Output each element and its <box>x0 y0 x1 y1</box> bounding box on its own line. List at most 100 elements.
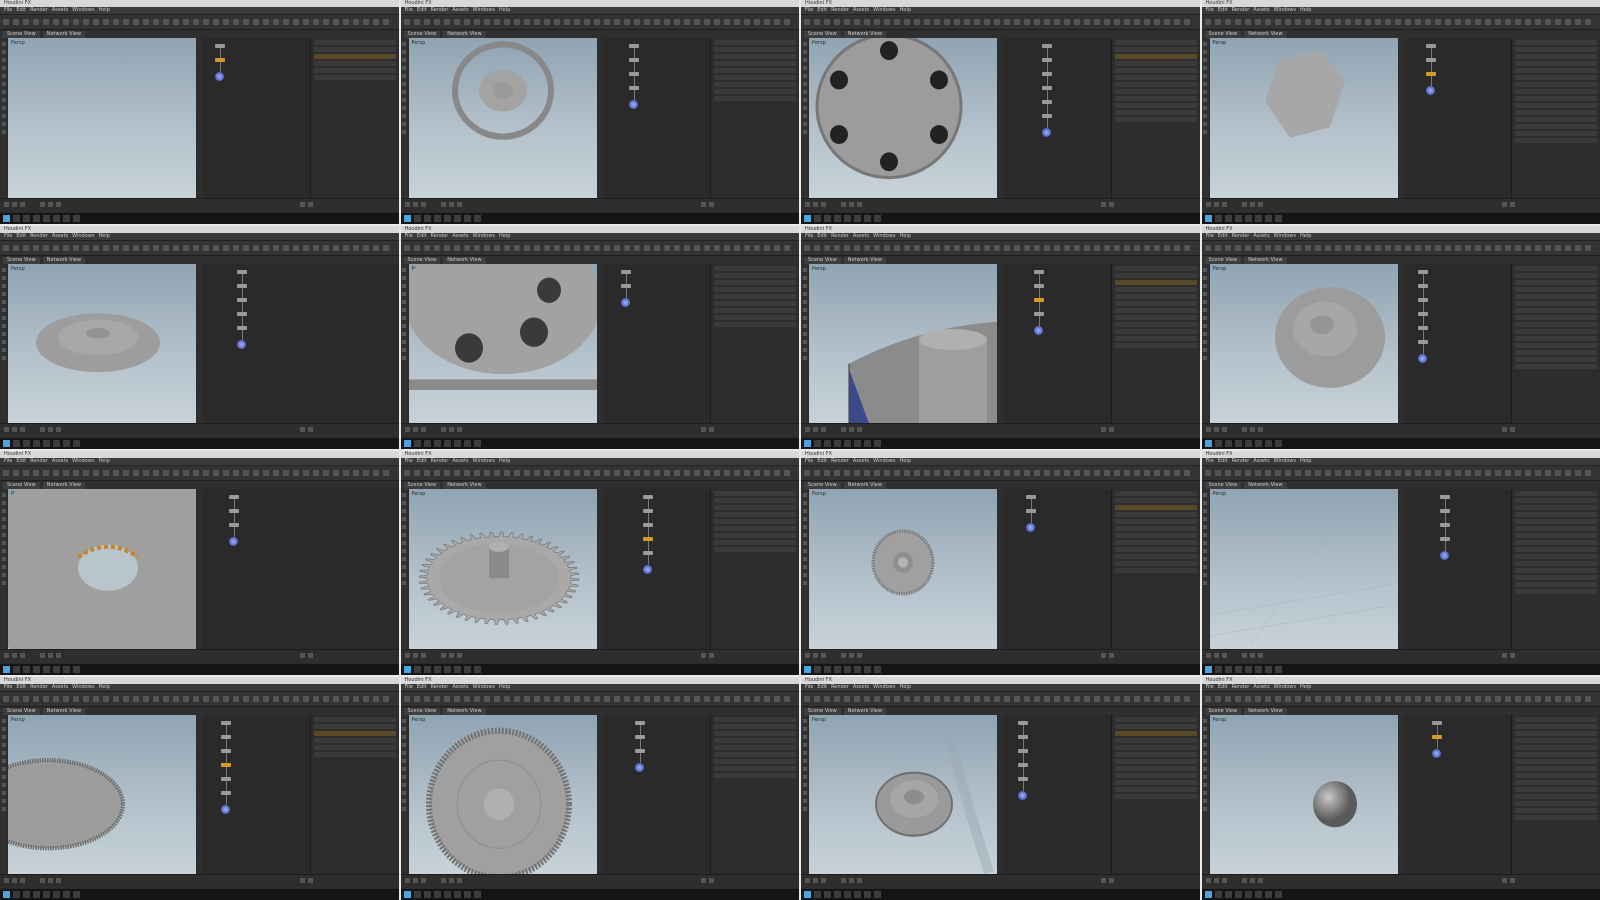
shelf-tool-icon[interactable] <box>1404 244 1411 251</box>
parameter-row[interactable] <box>1114 75 1197 80</box>
shelf-tool-icon[interactable] <box>133 470 139 476</box>
shelf-tool-icon[interactable] <box>713 19 720 25</box>
shelf-tool-icon[interactable] <box>1274 695 1281 702</box>
shelf-tool-icon[interactable] <box>663 695 670 702</box>
shelf-tool-icon[interactable] <box>854 244 860 251</box>
shelf-tool-icon[interactable] <box>1174 470 1180 476</box>
viewport-tool-icon[interactable] <box>402 323 406 328</box>
shelf-tool-icon[interactable] <box>223 244 229 251</box>
playback-control-icon[interactable] <box>1249 878 1255 883</box>
viewport-tool-icon[interactable] <box>402 758 406 763</box>
viewport-tool-icon[interactable] <box>802 774 807 779</box>
shelf-tool-icon[interactable] <box>373 244 379 251</box>
shelf-tool-icon[interactable] <box>1554 244 1561 251</box>
shelf-tool-icon[interactable] <box>1354 244 1361 251</box>
viewport-tool-icon[interactable] <box>402 291 406 296</box>
viewport-tool-icon[interactable] <box>1203 782 1207 787</box>
taskbar-app-icon[interactable] <box>13 665 20 673</box>
shelf-tool-icon[interactable] <box>253 244 259 251</box>
shelf-tool-icon[interactable] <box>323 695 329 702</box>
menu-item[interactable]: Edit <box>817 458 827 464</box>
menu-item[interactable]: Help <box>899 458 910 464</box>
timeline-bar[interactable] <box>400 648 799 663</box>
parameter-row[interactable] <box>1114 82 1197 87</box>
viewport-tool-icon[interactable] <box>402 283 406 288</box>
taskbar-app-icon[interactable] <box>1234 440 1242 447</box>
shelf-tool-icon[interactable] <box>343 19 349 25</box>
parameter-row[interactable] <box>1515 349 1597 355</box>
viewport-tool-icon[interactable] <box>1203 339 1207 344</box>
shelf-tool-icon[interactable] <box>543 244 550 251</box>
shelf-tool-icon[interactable] <box>103 19 109 25</box>
timeline-bar[interactable] <box>0 874 399 888</box>
parameter-row[interactable] <box>1515 554 1597 559</box>
shelf-tool-icon[interactable] <box>143 470 149 476</box>
shelf-tool-icon[interactable] <box>1524 695 1531 702</box>
shelf-tool-icon[interactable] <box>703 695 710 702</box>
shelf-tool-icon[interactable] <box>363 695 369 702</box>
menu-item[interactable]: Edit <box>417 7 427 13</box>
shelf-tool-icon[interactable] <box>173 19 179 25</box>
shelf-tool-icon[interactable] <box>834 19 840 25</box>
menu-item[interactable]: Help <box>499 458 510 464</box>
shelf-tool-icon[interactable] <box>113 244 119 251</box>
shelf-tool-icon[interactable] <box>13 244 19 251</box>
playback-control-icon[interactable] <box>308 201 313 207</box>
shelf-tool-icon[interactable] <box>1534 19 1541 25</box>
shelf-tool-icon[interactable] <box>1374 244 1381 251</box>
timeline-bar[interactable] <box>1201 423 1600 437</box>
playback-control-icon[interactable] <box>1509 201 1515 207</box>
playback-control-icon[interactable] <box>1101 201 1106 207</box>
shelf-tool-icon[interactable] <box>1044 19 1050 25</box>
shelf-tool-icon[interactable] <box>593 695 600 702</box>
shelf-tool-icon[interactable] <box>1254 244 1261 251</box>
shelf-tool-icon[interactable] <box>1094 244 1100 251</box>
parameter-row[interactable] <box>1114 498 1197 503</box>
parameter-row[interactable] <box>1114 68 1197 73</box>
viewport-tool-icon[interactable] <box>1 798 6 803</box>
menu-item[interactable]: File <box>405 684 413 690</box>
menu-item[interactable]: Assets <box>853 684 869 690</box>
shelf-tool-icon[interactable] <box>984 244 990 251</box>
shelf-tool-icon[interactable] <box>113 19 119 25</box>
shelf-tool-icon[interactable] <box>1334 19 1341 25</box>
network-editor[interactable] <box>203 489 399 649</box>
taskbar-app-icon[interactable] <box>453 665 461 673</box>
shelf-tool-icon[interactable] <box>1574 244 1581 251</box>
viewport-tool-icon[interactable] <box>802 90 807 94</box>
parameter-row[interactable] <box>714 75 796 80</box>
viewport-tool-icon[interactable] <box>402 774 406 779</box>
viewport-tool-icon[interactable] <box>1203 493 1207 497</box>
viewport-tool-icon[interactable] <box>802 347 807 352</box>
playback-control-icon[interactable] <box>20 201 25 207</box>
shelf-tool-icon[interactable] <box>1034 19 1040 25</box>
shelf-tool-icon[interactable] <box>1064 19 1070 25</box>
playback-control-icon[interactable] <box>821 201 826 207</box>
shelf-tool-icon[interactable] <box>33 19 39 25</box>
shelf-tool-icon[interactable] <box>553 19 560 25</box>
parameter-row[interactable] <box>714 286 796 292</box>
taskbar-app-icon[interactable] <box>53 214 60 222</box>
taskbar-app-icon[interactable] <box>1224 440 1232 447</box>
shelf-tool-icon[interactable] <box>1494 470 1501 476</box>
shelf-tool-icon[interactable] <box>453 470 460 476</box>
viewport-tool-icon[interactable] <box>802 315 807 320</box>
taskbar-app-icon[interactable] <box>413 440 421 447</box>
menu-item[interactable]: Windows <box>873 7 895 13</box>
parameter-row[interactable] <box>714 744 796 750</box>
taskbar-app-icon[interactable] <box>443 440 451 447</box>
taskbar-app-icon[interactable] <box>1254 891 1262 898</box>
taskbar-app-icon[interactable] <box>814 440 821 447</box>
taskbar-app-icon[interactable] <box>1274 214 1282 222</box>
shelf-tool-icon[interactable] <box>673 695 680 702</box>
playback-control-icon[interactable] <box>857 201 862 207</box>
shelf-tool-icon[interactable] <box>954 244 960 251</box>
menu-item[interactable]: Render <box>431 233 449 239</box>
viewport-tool-icon[interactable] <box>1203 750 1207 755</box>
network-node[interactable] <box>1425 86 1435 95</box>
timeline-bar[interactable] <box>1201 197 1600 212</box>
shelf-tool-icon[interactable] <box>723 244 730 251</box>
shelf-tool-icon[interactable] <box>1504 244 1511 251</box>
shelf-tool-icon[interactable] <box>23 695 29 702</box>
shelf-tool-icon[interactable] <box>643 19 650 25</box>
